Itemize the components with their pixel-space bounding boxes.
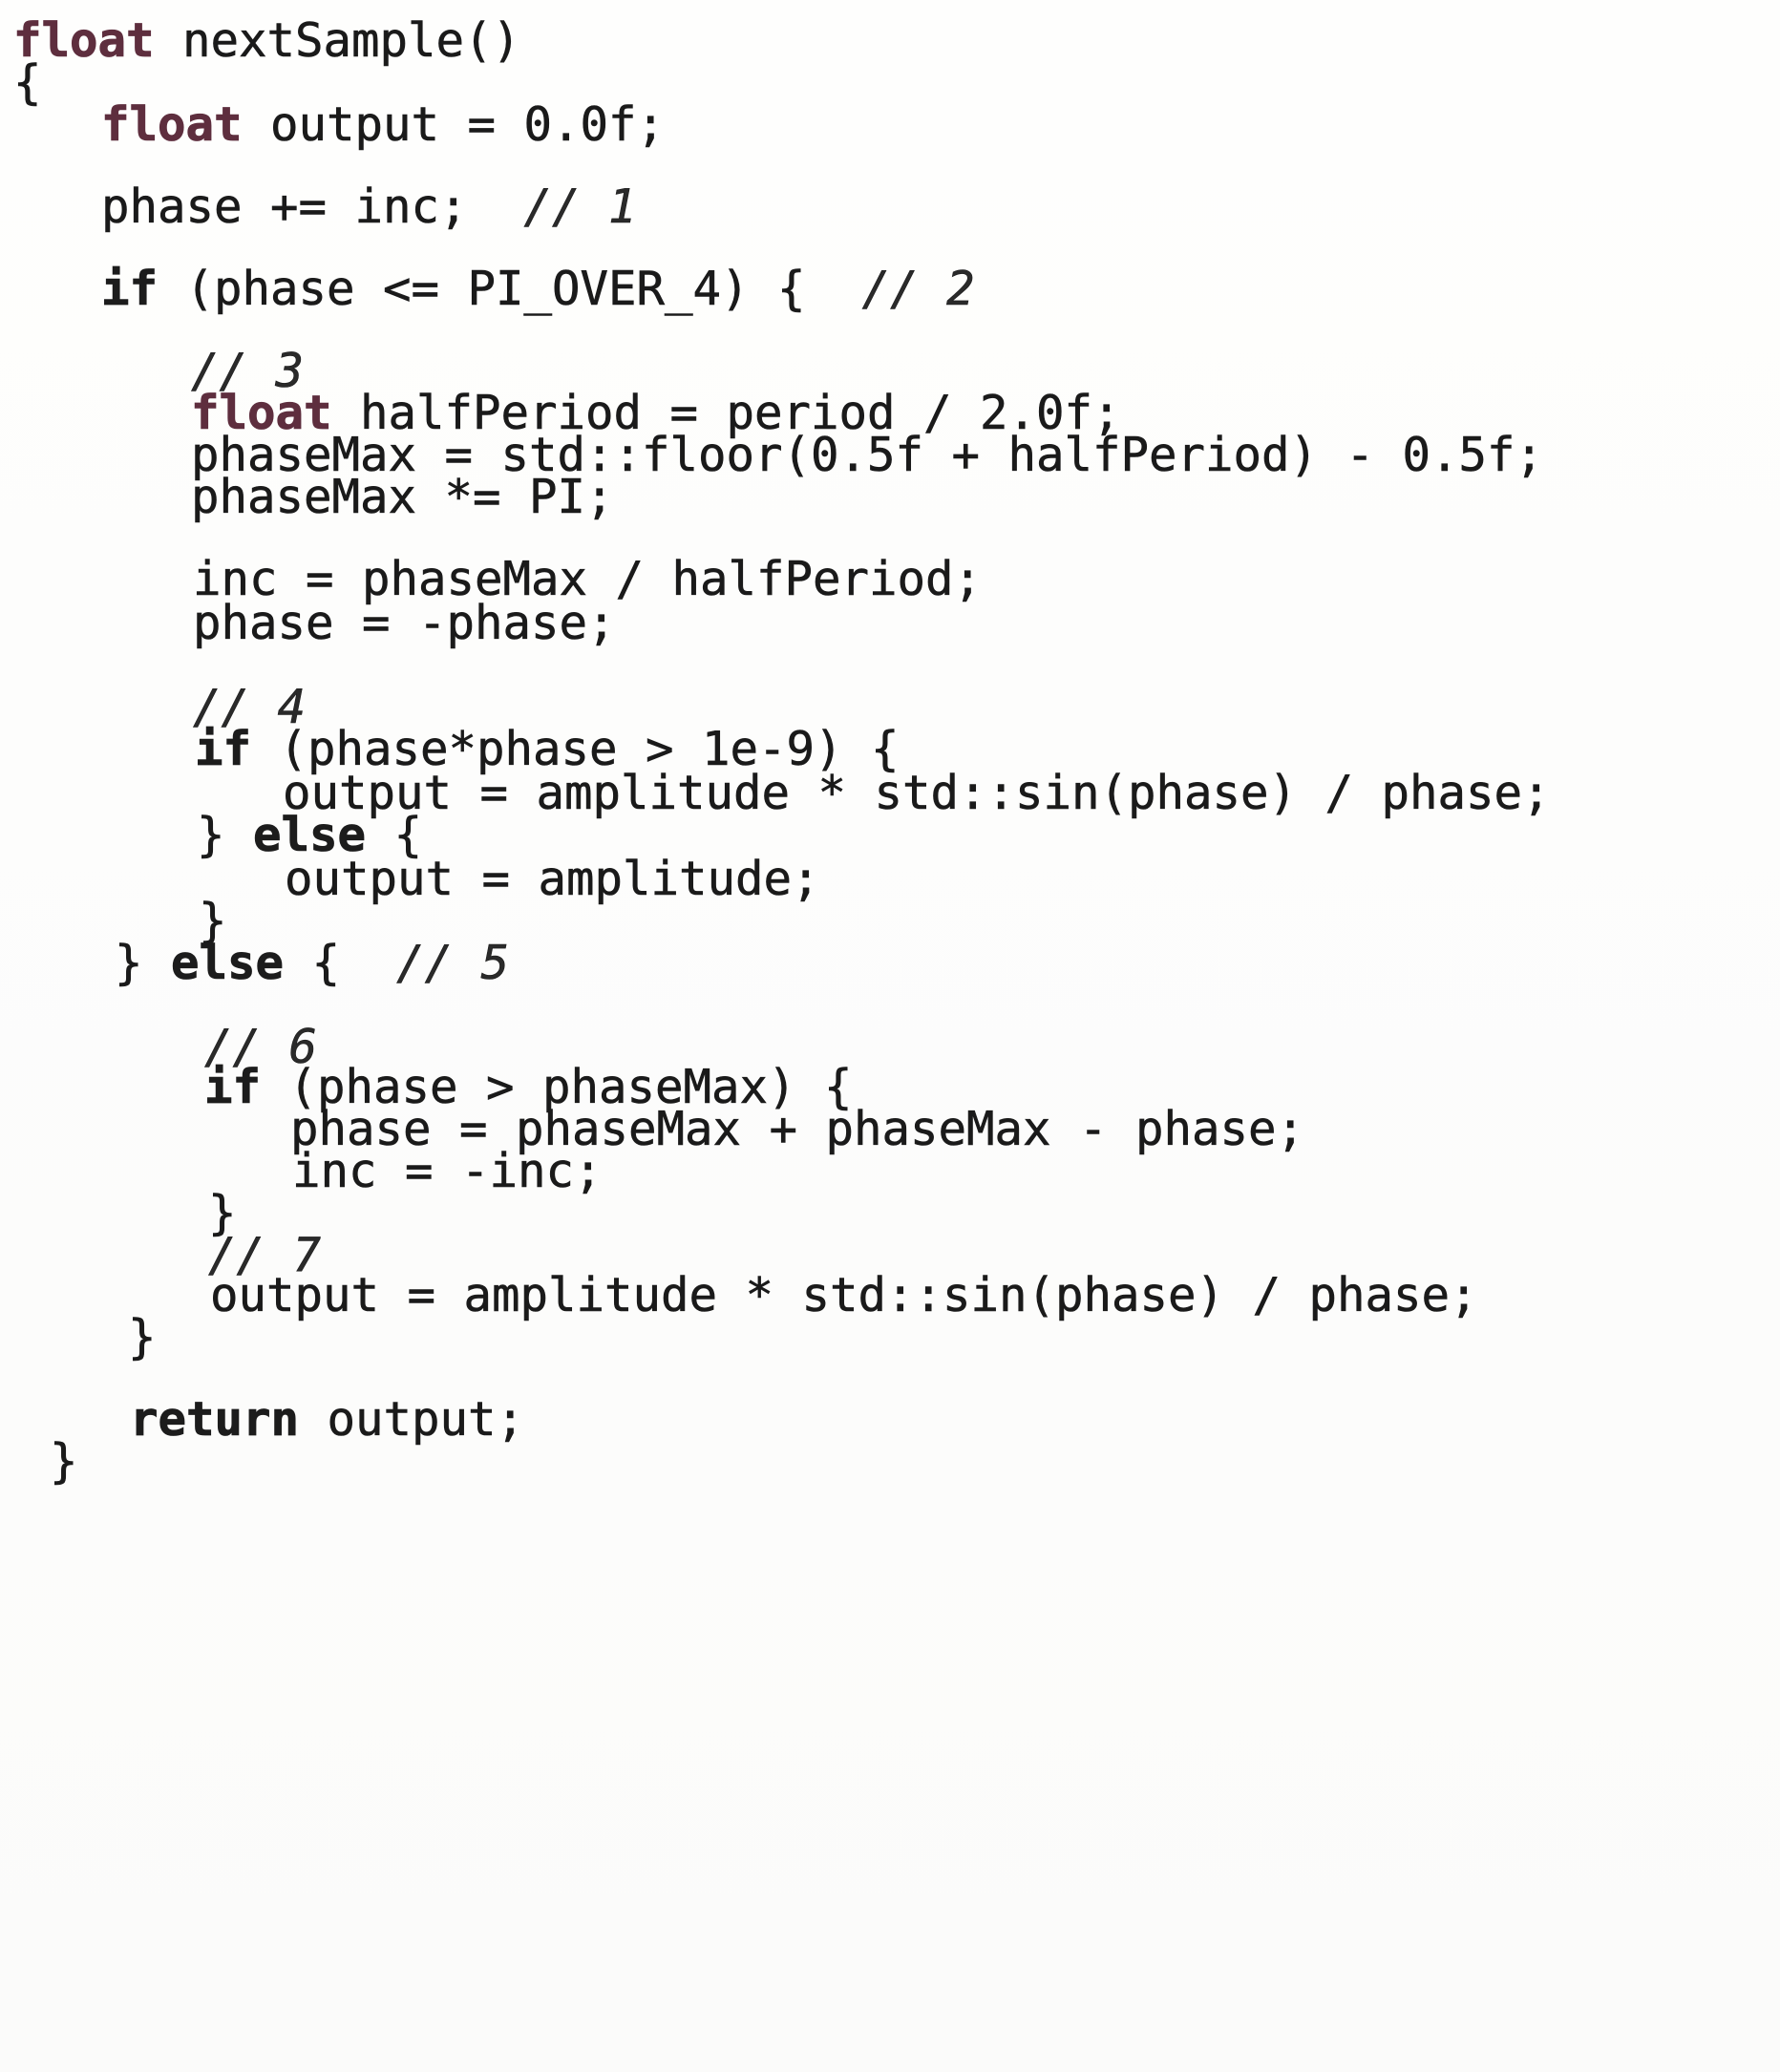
code-text: phase += inc; (101, 180, 468, 234)
code-text: output; (327, 1392, 525, 1447)
open-brace: { (311, 936, 341, 990)
line-output-declaration: float output = 0.0f; (101, 101, 666, 149)
keyword-if: if (101, 262, 159, 316)
comment: // 2 (861, 262, 975, 316)
function-name: nextSample() (182, 13, 521, 68)
keyword-return: return (130, 1392, 300, 1447)
line-output-amplitude: output = amplitude; (285, 852, 820, 906)
line-phase-max-pi: phaseMax *= PI; (191, 470, 614, 524)
close-brace: } (197, 808, 225, 862)
line-output-sin-1: output = amplitude * std::sin(phase) / p… (283, 766, 1551, 820)
open-brace: { (13, 55, 42, 110)
close-brace-else: } (128, 1310, 157, 1364)
line-phase-increment: phase += inc; // 1 (101, 183, 637, 231)
function-signature: float nextSample() (13, 17, 521, 65)
keyword-float: float (101, 97, 243, 152)
keyword-if: if (195, 722, 252, 776)
comment: // 1 (523, 180, 637, 234)
line-output-sin-2: output = amplitude * std::sin(phase) / p… (210, 1268, 1478, 1322)
keyword-if: if (204, 1060, 262, 1114)
code-listing: float nextSample() { float output = 0.0f… (0, 0, 1780, 2072)
line-return: return output; (130, 1396, 525, 1444)
line-else-outer: } else { // 5 (115, 940, 510, 987)
page: float nextSample() { float output = 0.0f… (0, 0, 1780, 2072)
code-text: (phase <= PI_OVER_4) { (185, 262, 806, 316)
code-text: output = 0.0f; (270, 97, 666, 152)
line-phase-negate: phase = -phase; (193, 596, 616, 650)
line-inc-negate: inc = -inc; (292, 1144, 603, 1198)
keyword-else: else (171, 936, 285, 990)
close-brace: } (115, 936, 143, 990)
line-if-phase-le-pi-over-4: if (phase <= PI_OVER_4) { // 2 (101, 265, 975, 313)
comment: // 5 (396, 936, 510, 990)
close-brace-function: } (50, 1434, 78, 1489)
